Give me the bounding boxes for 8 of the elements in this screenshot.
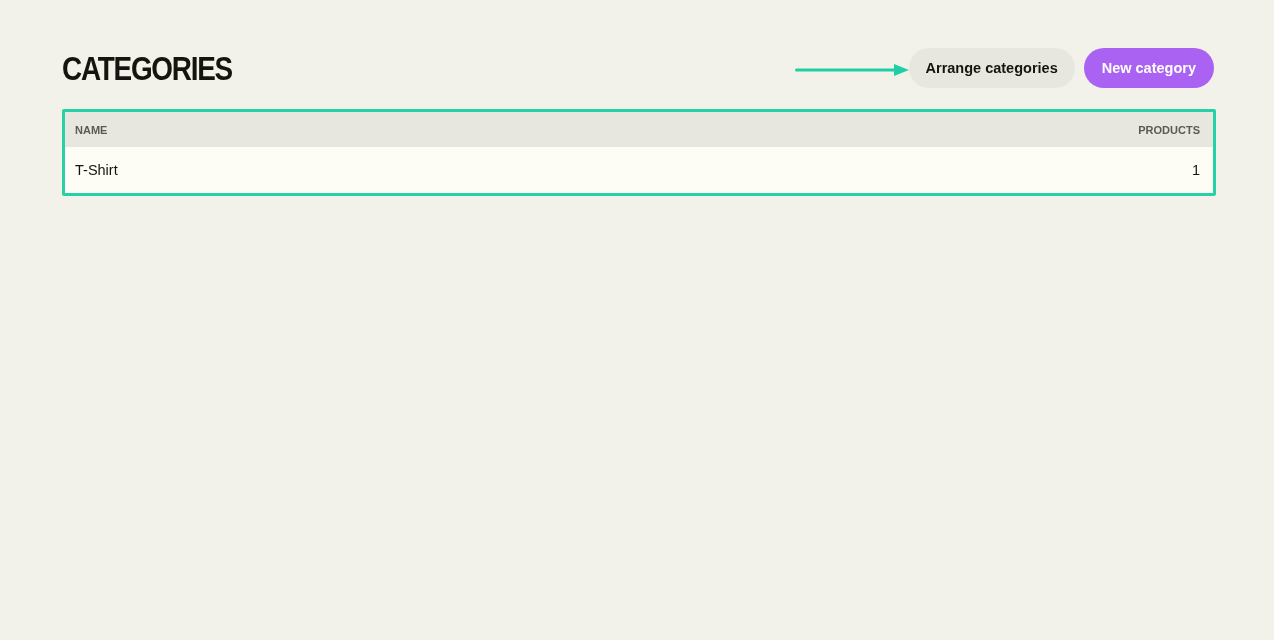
column-header: NAME: [75, 123, 108, 136]
column-header: PRODUCTS: [1138, 123, 1200, 136]
category-name: T-Shirt: [75, 162, 118, 178]
product-count: 1: [1191, 162, 1200, 178]
table-row[interactable]: T-Shirt 1: [65, 147, 1213, 193]
new-category-button[interactable]: New category: [1083, 48, 1214, 88]
arrange-categories-button[interactable]: Arrange categories: [908, 48, 1075, 88]
page-title: CATEGORIES: [62, 48, 232, 88]
